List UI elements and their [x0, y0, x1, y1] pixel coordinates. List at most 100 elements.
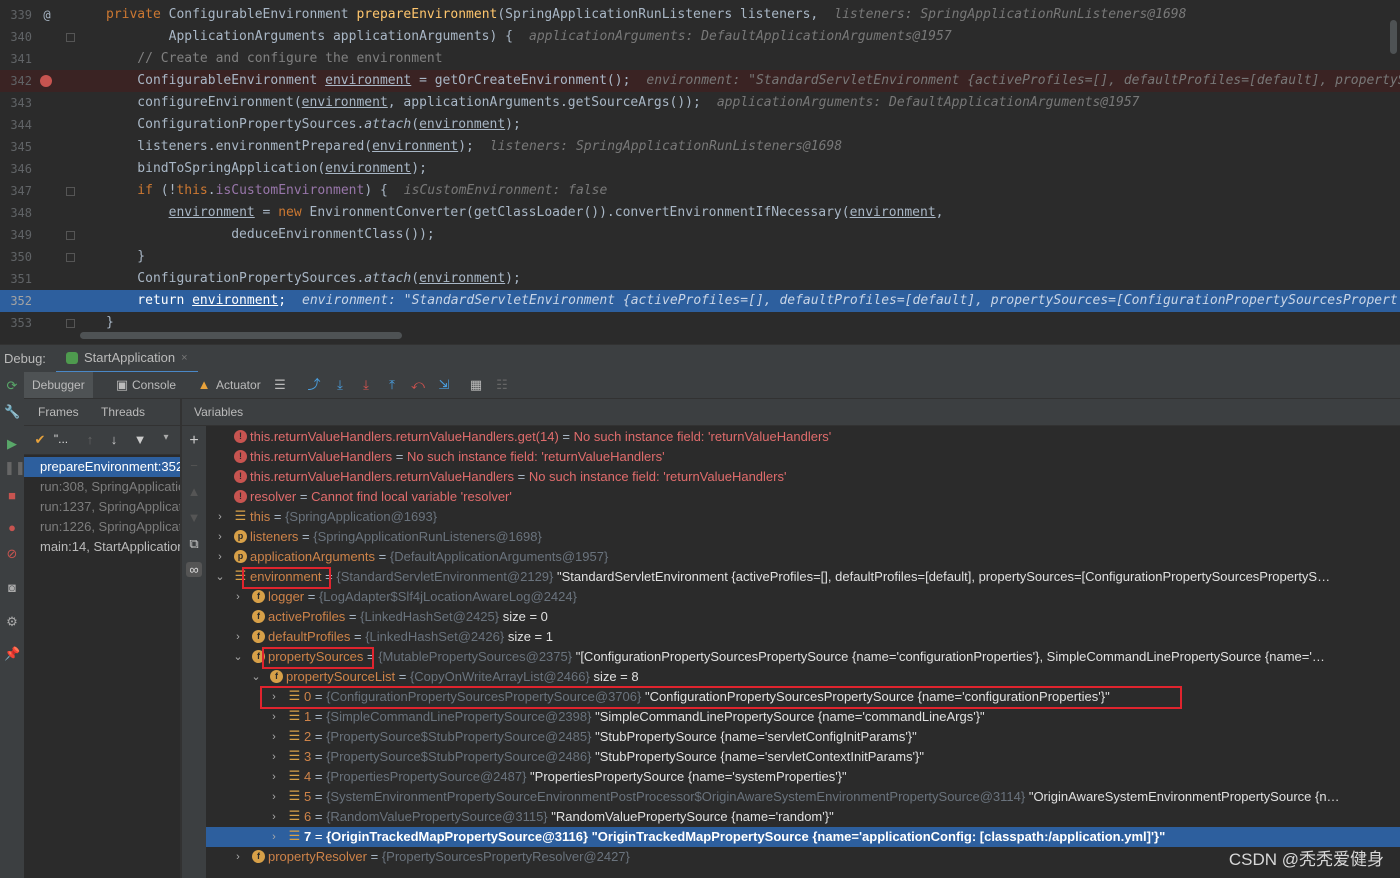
code-line[interactable]: 340 ApplicationArguments applicationArgu… — [0, 26, 1400, 48]
stop-icon[interactable]: ■ — [4, 488, 20, 504]
step-over-icon[interactable]: ⤓ — [332, 377, 348, 393]
variable-row[interactable]: ⌄ ☰ environment = {StandardServletEnvironm… — [206, 567, 1400, 587]
expand-arrow-icon[interactable]: › — [268, 807, 280, 827]
show-watches-icon[interactable]: ∞ — [186, 562, 202, 577]
breakpoint-icon[interactable] — [40, 75, 52, 87]
line-number[interactable]: 341 — [0, 48, 32, 70]
variable-row[interactable]: › ☰ 7 = {OriginTrackedMapPropertySource@31… — [206, 827, 1400, 847]
thread-selector[interactable]: "... — [50, 432, 72, 446]
code-editor[interactable]: 339 @ private ConfigurableEnvironment prep… — [0, 0, 1400, 344]
line-number[interactable]: 353 — [0, 312, 32, 334]
variable-row[interactable]: › f defaultProfiles = {LinkedHashSet@2426}… — [206, 627, 1400, 647]
arrow-down-icon[interactable]: ↓ — [106, 432, 122, 447]
line-number[interactable]: 345 — [0, 136, 32, 158]
variable-row[interactable]: f activeProfiles = {LinkedHashSet@2425} s… — [206, 607, 1400, 627]
tab-frames[interactable]: Frames — [38, 405, 79, 419]
line-number[interactable]: 351 — [0, 268, 32, 290]
variable-row[interactable]: › ☰ 6 = {RandomValuePropertySource@3115} "… — [206, 807, 1400, 827]
stack-frame[interactable]: run:308, SpringApplication — [24, 477, 180, 497]
show-execution-point-icon[interactable]: ⤴ — [306, 377, 322, 393]
variable-row[interactable]: › p listeners = {SpringApplicationRunListe… — [206, 527, 1400, 547]
line-number[interactable]: 340 — [0, 26, 32, 48]
mute-breakpoints-icon[interactable]: ⊘ — [4, 546, 20, 562]
line-number[interactable]: 339 — [0, 4, 32, 26]
collapse-arrow-icon[interactable]: ⌄ — [232, 647, 244, 667]
fold-marker-icon[interactable] — [66, 319, 75, 328]
stack-frame[interactable]: run:1237, SpringApplication — [24, 497, 180, 517]
tab-debugger[interactable]: Debugger — [24, 372, 93, 398]
rerun-icon[interactable]: ⟳ — [4, 378, 20, 394]
variable-row[interactable]: › f propertyResolver = {PropertySourcesPro… — [206, 847, 1400, 867]
variable-row[interactable]: › ☰ this = {SpringApplication@1693} — [206, 507, 1400, 527]
expand-arrow-icon[interactable]: › — [232, 847, 244, 867]
fold-marker-icon[interactable] — [66, 187, 75, 196]
move-down-icon[interactable]: ▼ — [186, 510, 202, 525]
view-breakpoints-icon[interactable]: ● — [4, 520, 20, 536]
drop-frame-icon[interactable]: ⤺ — [410, 377, 426, 393]
expand-arrow-icon[interactable]: › — [268, 727, 280, 747]
line-number[interactable]: 349 — [0, 224, 32, 246]
variable-row[interactable]: ! resolver = Cannot find local variable '… — [206, 487, 1400, 507]
code-line[interactable]: 343 configureEnvironment(environment, ap… — [0, 92, 1400, 114]
code-line[interactable]: 345 listeners.environmentPrepared(enviro… — [0, 136, 1400, 158]
code-line[interactable]: 353} — [0, 312, 1400, 334]
code-line[interactable]: 344 ConfigurationPropertySources.attach(… — [0, 114, 1400, 136]
variable-row[interactable]: › ☰ 0 = {ConfigurationPropertySourcesPrope… — [206, 687, 1400, 707]
fold-marker-icon[interactable] — [66, 253, 75, 262]
line-number[interactable]: 352 — [0, 290, 32, 312]
chevron-down-icon[interactable]: ▾ — [158, 432, 174, 443]
layout-icon[interactable]: ☰ — [272, 377, 288, 393]
expand-arrow-icon[interactable]: › — [232, 587, 244, 607]
run-to-cursor-icon[interactable]: ⇲ — [436, 377, 452, 393]
expand-arrow-icon[interactable]: › — [268, 767, 280, 787]
code-line[interactable]: 348 environment = new EnvironmentConvert… — [0, 202, 1400, 224]
editor-horizontal-scrollbar[interactable] — [80, 332, 402, 339]
evaluate-expression-icon[interactable]: ▦ — [468, 377, 484, 393]
code-line[interactable]: 342 ConfigurableEnvironment environment … — [0, 70, 1400, 92]
variable-row[interactable]: ⌄ f propertySources = {MutablePropertySour… — [206, 647, 1400, 667]
step-out-icon[interactable]: ⤒ — [384, 377, 400, 393]
line-number[interactable]: 346 — [0, 158, 32, 180]
stack-frame[interactable]: main:14, StartApplication — [24, 537, 180, 557]
line-number[interactable]: 350 — [0, 246, 32, 268]
move-up-icon[interactable]: ▲ — [186, 484, 202, 499]
resume-icon[interactable]: ▶ — [4, 436, 20, 452]
expand-arrow-icon[interactable]: › — [214, 507, 226, 527]
expand-arrow-icon[interactable]: › — [214, 547, 226, 567]
variable-row[interactable]: › f logger = {LogAdapter$Slf4jLocationAwar… — [206, 587, 1400, 607]
pause-icon[interactable]: ❚❚ — [4, 460, 26, 476]
stack-frame[interactable]: prepareEnvironment:352 — [24, 457, 180, 477]
tab-threads[interactable]: Threads — [101, 405, 145, 419]
line-number[interactable]: 348 — [0, 202, 32, 224]
step-into-icon[interactable]: ⤓ — [358, 377, 374, 393]
expand-arrow-icon[interactable]: › — [214, 527, 226, 547]
stack-frame[interactable]: run:1226, SpringApplication — [24, 517, 180, 537]
variable-row[interactable]: › p applicationArguments = {DefaultApplica… — [206, 547, 1400, 567]
line-number[interactable]: 343 — [0, 92, 32, 114]
camera-icon[interactable]: ◙ — [4, 580, 20, 596]
editor-vertical-scrollbar[interactable] — [1390, 20, 1397, 54]
variable-row[interactable]: › ☰ 1 = {SimpleCommandLinePropertySource@2… — [206, 707, 1400, 727]
variable-row[interactable]: ! this.returnValueHandlers.returnValueHan… — [206, 427, 1400, 447]
remove-watch-icon[interactable]: − — [186, 458, 202, 473]
variable-row[interactable]: › ☰ 2 = {PropertySource$StubPropertySource… — [206, 727, 1400, 747]
code-line[interactable]: 339 @ private ConfigurableEnvironment prep… — [0, 4, 1400, 26]
collapse-arrow-icon[interactable]: ⌄ — [250, 667, 262, 687]
code-line[interactable]: 349 deduceEnvironmentClass()); — [0, 224, 1400, 246]
variable-row[interactable]: ⌄ f propertySourceList = {CopyOnWriteArray… — [206, 667, 1400, 687]
line-number[interactable]: 344 — [0, 114, 32, 136]
line-number[interactable]: 342 — [0, 70, 32, 92]
expand-arrow-icon[interactable]: › — [268, 707, 280, 727]
filter-icon[interactable]: ▼ — [132, 432, 148, 447]
copy-icon[interactable]: ⧉ — [186, 536, 202, 552]
code-line[interactable]: 341 // Create and configure the environm… — [0, 48, 1400, 70]
code-line[interactable]: 351 ConfigurationPropertySources.attach(… — [0, 268, 1400, 290]
modify-config-icon[interactable]: 🔧 — [4, 404, 20, 420]
checkmark-icon[interactable]: ✔ — [32, 432, 48, 448]
close-tab-icon[interactable]: × — [181, 345, 187, 371]
run-config-tab[interactable]: StartApplication × — [56, 345, 198, 374]
code-line[interactable]: 346 bindToSpringApplication(environment)… — [0, 158, 1400, 180]
pin-icon[interactable]: 📌 — [4, 646, 20, 662]
collapse-arrow-icon[interactable]: ⌄ — [214, 567, 226, 587]
add-watch-icon[interactable]: + — [186, 432, 202, 450]
